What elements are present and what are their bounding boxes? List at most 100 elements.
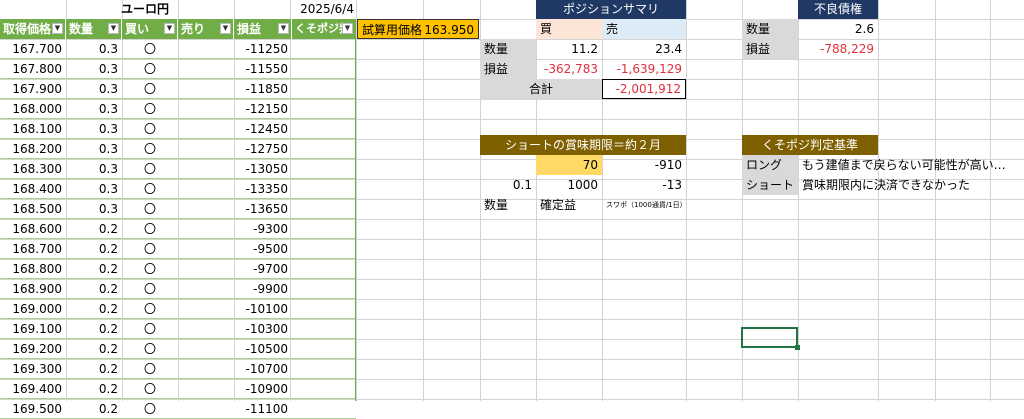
column-header-bad-position[interactable]: くそポジ判 ▼ — [292, 19, 356, 39]
cell-profit-loss[interactable]: -9500 — [234, 239, 292, 259]
cell-quantity[interactable]: 0.3 — [66, 179, 122, 199]
cell-buy[interactable]: 〇 — [122, 119, 178, 139]
cell-profit-loss[interactable]: -10500 — [234, 339, 292, 359]
cell-buy[interactable]: 〇 — [122, 399, 178, 419]
cell-quantity[interactable]: 0.2 — [66, 279, 122, 299]
cell-quantity[interactable]: 0.2 — [66, 239, 122, 259]
cell-quantity[interactable]: 0.2 — [66, 359, 122, 379]
cell-buy[interactable]: 〇 — [122, 299, 178, 319]
cell-profit-loss[interactable]: -9300 — [234, 219, 292, 239]
cell-profit-loss[interactable]: -9700 — [234, 259, 292, 279]
cell-profit-loss[interactable]: -12150 — [234, 99, 292, 119]
cell-sell[interactable] — [178, 319, 234, 339]
cell-buy[interactable]: 〇 — [122, 39, 178, 59]
cell-bad-position[interactable] — [292, 59, 356, 79]
cell-sell[interactable] — [178, 39, 234, 59]
cell-bad-position[interactable] — [292, 199, 356, 219]
cell-quantity[interactable]: 0.3 — [66, 199, 122, 219]
cell-bad-position[interactable] — [292, 139, 356, 159]
filter-dropdown-icon[interactable]: ▼ — [278, 23, 289, 34]
cell-profit-loss[interactable]: -13650 — [234, 199, 292, 219]
column-header-profit-loss[interactable]: 損益 ▼ — [234, 19, 292, 39]
cell-sell[interactable] — [178, 79, 234, 99]
cell-quantity[interactable]: 0.2 — [66, 339, 122, 359]
cell-profit-loss[interactable]: -11550 — [234, 59, 292, 79]
cell-profit-loss[interactable]: -11100 — [234, 399, 292, 419]
cell-quantity[interactable]: 0.2 — [66, 379, 122, 399]
cell-profit-loss[interactable]: -10700 — [234, 359, 292, 379]
cell-quantity[interactable]: 0.3 — [66, 39, 122, 59]
cell-quantity[interactable]: 0.2 — [66, 299, 122, 319]
cell-sell[interactable] — [178, 279, 234, 299]
cell-purchase-price[interactable]: 168.600 — [0, 219, 66, 239]
cell-buy[interactable]: 〇 — [122, 139, 178, 159]
cell-quantity[interactable]: 0.2 — [66, 399, 122, 419]
cell-buy[interactable]: 〇 — [122, 259, 178, 279]
trial-price-value[interactable]: 163.950 — [423, 19, 479, 39]
fill-handle[interactable] — [795, 345, 800, 350]
cell-purchase-price[interactable]: 168.900 — [0, 279, 66, 299]
cell-bad-position[interactable] — [292, 79, 356, 99]
cell-quantity[interactable]: 0.2 — [66, 219, 122, 239]
selected-cell[interactable] — [741, 327, 798, 348]
cell-buy[interactable]: 〇 — [122, 159, 178, 179]
cell-purchase-price[interactable]: 167.700 — [0, 39, 66, 59]
cell-quantity[interactable]: 0.2 — [66, 319, 122, 339]
cell-purchase-price[interactable]: 169.000 — [0, 299, 66, 319]
cell-profit-loss[interactable]: -12450 — [234, 119, 292, 139]
cell-bad-position[interactable] — [292, 159, 356, 179]
cell-sell[interactable] — [178, 259, 234, 279]
cell-purchase-price[interactable]: 168.000 — [0, 99, 66, 119]
cell-profit-loss[interactable]: -10300 — [234, 319, 292, 339]
cell-sell[interactable] — [178, 139, 234, 159]
cell-profit-loss[interactable]: -10100 — [234, 299, 292, 319]
cell-buy[interactable]: 〇 — [122, 79, 178, 99]
cell-profit-loss[interactable]: -12750 — [234, 139, 292, 159]
cell-quantity[interactable]: 0.3 — [66, 99, 122, 119]
cell-sell[interactable] — [178, 339, 234, 359]
cell-sell[interactable] — [178, 379, 234, 399]
cell-sell[interactable] — [178, 219, 234, 239]
cell-bad-position[interactable] — [292, 239, 356, 259]
cell-quantity[interactable]: 0.3 — [66, 119, 122, 139]
cell-profit-loss[interactable]: -11250 — [234, 39, 292, 59]
cell-sell[interactable] — [178, 99, 234, 119]
cell-sell[interactable] — [178, 239, 234, 259]
cell-profit-loss[interactable]: -10900 — [234, 379, 292, 399]
cell-bad-position[interactable] — [292, 39, 356, 59]
cell-buy[interactable]: 〇 — [122, 319, 178, 339]
cell-profit-loss[interactable]: -9900 — [234, 279, 292, 299]
column-header-quantity[interactable]: 数量 ▼ — [66, 19, 122, 39]
cell-purchase-price[interactable]: 169.200 — [0, 339, 66, 359]
cell-purchase-price[interactable]: 167.900 — [0, 79, 66, 99]
cell-bad-position[interactable] — [292, 219, 356, 239]
cell-buy[interactable]: 〇 — [122, 219, 178, 239]
cell-quantity[interactable]: 0.2 — [66, 259, 122, 279]
cell-profit-loss[interactable]: -13350 — [234, 179, 292, 199]
cell-buy[interactable]: 〇 — [122, 359, 178, 379]
cell-purchase-price[interactable]: 168.200 — [0, 139, 66, 159]
cell-sell[interactable] — [178, 159, 234, 179]
cell-purchase-price[interactable]: 169.100 — [0, 319, 66, 339]
cell-buy[interactable]: 〇 — [122, 199, 178, 219]
filter-dropdown-icon[interactable]: ▼ — [52, 23, 63, 34]
cell-purchase-price[interactable]: 168.800 — [0, 259, 66, 279]
cell-buy[interactable]: 〇 — [122, 279, 178, 299]
cell-buy[interactable]: 〇 — [122, 99, 178, 119]
cell-sell[interactable] — [178, 299, 234, 319]
cell-bad-position[interactable] — [292, 319, 356, 339]
cell-bad-position[interactable] — [292, 99, 356, 119]
cell-sell[interactable] — [178, 399, 234, 419]
cell-sell[interactable] — [178, 59, 234, 79]
cell-buy[interactable]: 〇 — [122, 239, 178, 259]
cell-purchase-price[interactable]: 168.100 — [0, 119, 66, 139]
cell-purchase-price[interactable]: 168.500 — [0, 199, 66, 219]
cell-profit-loss[interactable]: -11850 — [234, 79, 292, 99]
filter-dropdown-icon[interactable]: ▼ — [220, 23, 231, 34]
cell-buy[interactable]: 〇 — [122, 379, 178, 399]
cell-bad-position[interactable] — [292, 359, 356, 379]
cell-purchase-price[interactable]: 169.400 — [0, 379, 66, 399]
cell-quantity[interactable]: 0.3 — [66, 139, 122, 159]
cell-bad-position[interactable] — [292, 259, 356, 279]
cell-purchase-price[interactable]: 167.800 — [0, 59, 66, 79]
